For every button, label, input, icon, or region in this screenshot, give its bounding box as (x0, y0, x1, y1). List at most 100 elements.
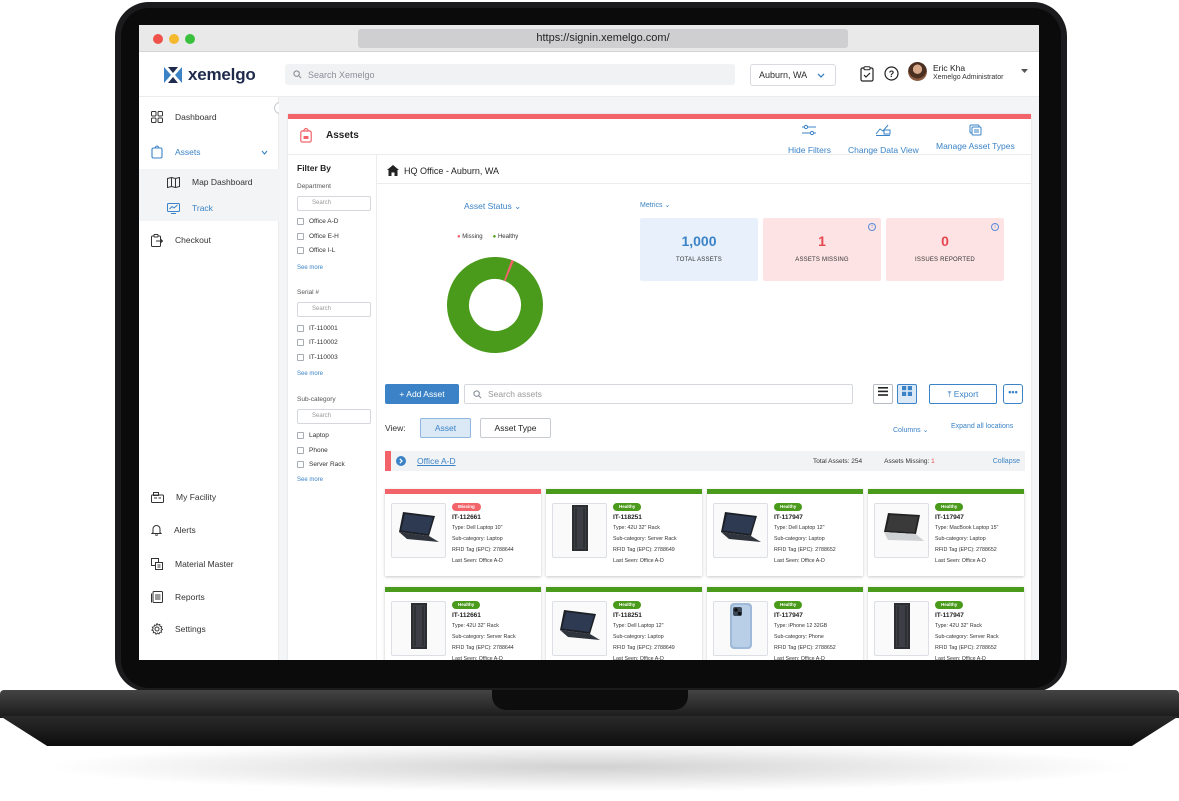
view-toggle-asset-type[interactable]: Asset Type (480, 418, 551, 438)
address-bar[interactable]: https://signin.xemelgo.com/ (358, 29, 848, 48)
legend-label: Healthy (497, 234, 519, 240)
close-window-dot[interactable] (153, 34, 163, 44)
sidebar-item-my-facility[interactable]: My Facility (139, 483, 279, 511)
see-more-link[interactable]: See more (297, 265, 323, 271)
global-search-input[interactable]: Search Xemelgo (285, 64, 735, 85)
location-select[interactable]: Auburn, WA (750, 64, 836, 86)
sidebar-item-label: Material Master (175, 559, 234, 569)
material-icon (151, 558, 163, 570)
sidebar-item-checkout[interactable]: Checkout (139, 226, 279, 254)
asset-card[interactable]: Healthy IT-112661 Type: 42U 32" Rack Sub-ca… (385, 587, 541, 660)
status-badge: Healthy (452, 601, 481, 609)
columns-label: Columns (893, 427, 921, 434)
sub-category-search-input[interactable]: Search (297, 409, 371, 424)
sidebar-item-label: Map Dashboard (192, 177, 253, 187)
metrics-dropdown[interactable]: Metrics ⌄ (640, 201, 670, 209)
add-asset-button[interactable]: + Add Asset (385, 384, 459, 404)
info-icon[interactable]: i (868, 223, 876, 231)
asset-image (874, 503, 929, 558)
sidebar-item-alerts[interactable]: Alerts (139, 516, 279, 544)
sidebar-item-track[interactable]: Track (139, 195, 279, 221)
filter-option-office-e-h[interactable]: Office E-H (297, 233, 339, 240)
checkbox[interactable] (297, 218, 304, 225)
metric-total-assets: 1,000 TOTAL ASSETS (640, 218, 758, 281)
checkbox[interactable] (297, 325, 304, 332)
asset-last-seen: Last Seen: Office A-D (452, 558, 503, 564)
user-menu[interactable]: Eric Kha Xemelgo Administrator (908, 62, 1029, 81)
asset-card[interactable]: Missing IT-112661 Type: Dell Laptop 10" Sub… (385, 489, 541, 576)
browser-bar: https://signin.xemelgo.com/ (139, 25, 1039, 52)
asset-status-dropdown[interactable]: Asset Status ⌄ (464, 201, 521, 212)
caret-down-icon (1021, 69, 1029, 73)
filter-option-serial-3[interactable]: IT-110003 (297, 354, 338, 361)
filter-option-office-a-d[interactable]: Office A-D (297, 218, 339, 225)
info-icon[interactable]: i (991, 223, 999, 231)
expand-all-locations-link[interactable]: Expand all locations (951, 423, 1013, 430)
chevron-down-icon: ⌄ (514, 201, 522, 211)
checkbox[interactable] (297, 461, 304, 468)
asset-search-placeholder: Search assets (488, 389, 542, 399)
clipboard-check-icon[interactable] (860, 66, 874, 82)
asset-card[interactable]: Healthy IT-117947 Type: 42U 32" Rack Sub-ca… (868, 587, 1024, 660)
maximize-window-dot[interactable] (185, 34, 195, 44)
legend-dot-missing: ● (457, 234, 461, 240)
tag-icon (151, 145, 163, 159)
xemelgo-logo[interactable]: xemelgo (164, 65, 256, 85)
export-button[interactable]: ⤒ Export (929, 384, 997, 404)
checkbox[interactable] (297, 432, 304, 439)
checkbox[interactable] (297, 447, 304, 454)
asset-rfid: RFID Tag (EPC): 2788644 (452, 645, 514, 651)
grid-view-button[interactable] (897, 384, 917, 404)
asset-card[interactable]: Healthy IT-118251 Type: 42U 32" Rack Sub-ca… (546, 489, 702, 576)
help-icon[interactable]: ? (884, 66, 899, 81)
filter-option-serial-2[interactable]: IT-110002 (297, 339, 338, 346)
phone-image (728, 602, 754, 655)
minimize-window-dot[interactable] (169, 34, 179, 44)
asset-image (713, 601, 768, 656)
filter-option-laptop[interactable]: Laptop (297, 432, 329, 439)
asset-type: Type: 42U 32" Rack (452, 623, 499, 629)
asset-card[interactable]: Healthy IT-118251 Type: Dell Laptop 12" Sub… (546, 587, 702, 660)
sidebar-item-reports[interactable]: Reports (139, 583, 279, 611)
department-search-input[interactable]: Search (297, 196, 371, 211)
asset-search-input[interactable]: Search assets (464, 384, 853, 404)
metric-label: ASSETS MISSING (795, 257, 849, 263)
laptop-image (717, 510, 765, 551)
filter-option-phone[interactable]: Phone (297, 447, 328, 454)
checkbox[interactable] (297, 339, 304, 346)
filter-sliders-icon (802, 124, 817, 136)
sidebar-item-assets[interactable]: Assets (139, 138, 279, 166)
bell-icon (151, 525, 162, 536)
expand-chevron-icon[interactable] (396, 456, 406, 466)
checkbox[interactable] (297, 247, 304, 254)
checkbox[interactable] (297, 354, 304, 361)
sidebar-item-settings[interactable]: Settings (139, 615, 279, 643)
sidebar-item-dashboard[interactable]: Dashboard (139, 103, 279, 131)
columns-dropdown[interactable]: Columns ⌄ (893, 426, 928, 434)
filter-option-office-i-l[interactable]: Office I-L (297, 247, 335, 254)
asset-card[interactable]: Healthy IT-117947 Type: iPhone 12 32GB Sub-… (707, 587, 863, 660)
filter-option-serial-1[interactable]: IT-110001 (297, 325, 338, 332)
hide-filters-button[interactable]: Hide Filters (788, 124, 831, 155)
asset-sub-category: Sub-category: Laptop (452, 536, 503, 542)
svg-text:?: ? (889, 69, 895, 79)
see-more-link[interactable]: See more (297, 371, 323, 377)
view-toggle-asset[interactable]: Asset (420, 418, 471, 438)
asset-card[interactable]: Healthy IT-117947 Type: MacBook Laptop 15"… (868, 489, 1024, 576)
sidebar-item-material-master[interactable]: Material Master (139, 550, 279, 578)
serial-search-input[interactable]: Search (297, 302, 371, 317)
checkbox[interactable] (297, 233, 304, 240)
location-title: HQ Office - Auburn, WA (387, 165, 499, 176)
sidebar-item-map-dashboard[interactable]: Map Dashboard (139, 169, 279, 195)
list-view-button[interactable] (873, 384, 893, 404)
collapse-link[interactable]: Collapse (993, 458, 1020, 465)
see-more-link[interactable]: See more (297, 477, 323, 483)
more-options-button[interactable]: ••• (1003, 384, 1023, 404)
filter-option-server-rack[interactable]: Server Rack (297, 461, 345, 468)
group-name-link[interactable]: Office A-D (417, 456, 456, 466)
change-data-view-button[interactable]: Change Data View (848, 124, 919, 155)
asset-last-seen: Last Seen: Office A-D (774, 558, 825, 564)
asset-last-seen: Last Seen: Office A-D (452, 656, 503, 660)
manage-asset-types-button[interactable]: Manage Asset Types (936, 124, 1015, 151)
asset-card[interactable]: Healthy IT-117947 Type: Dell Laptop 12" Sub… (707, 489, 863, 576)
